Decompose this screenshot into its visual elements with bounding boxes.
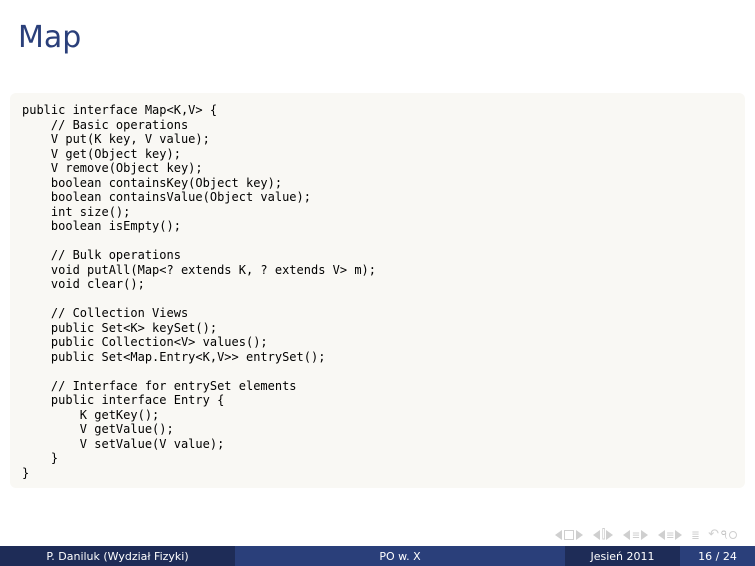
footer-page: 16 / 24 [680, 546, 755, 566]
nav-back-icon[interactable]: ↶੧ [708, 527, 737, 542]
nav-last-icon[interactable]: ≡ [658, 528, 682, 542]
slide: Map public interface Map<K,V> { // Basic… [0, 0, 755, 566]
nav-prev-icon[interactable]: ⫿ [593, 527, 614, 542]
navigation-bar: ⫿ ≡ ≡ ≣ ↶੧ [555, 527, 737, 542]
footer: P. Daniluk (Wydział Fizyki) PO w. X Jesi… [0, 546, 755, 566]
footer-short-title: PO w. X [235, 546, 565, 566]
slide-title: Map [18, 20, 81, 55]
code-block: public interface Map<K,V> { // Basic ope… [10, 93, 745, 488]
footer-author: P. Daniluk (Wydział Fizyki) [0, 546, 235, 566]
nav-mode-icon[interactable]: ≣ [692, 528, 698, 542]
footer-date: Jesień 2011 [565, 546, 680, 566]
nav-first-icon[interactable] [555, 530, 583, 540]
nav-next-icon[interactable]: ≡ [623, 528, 647, 542]
